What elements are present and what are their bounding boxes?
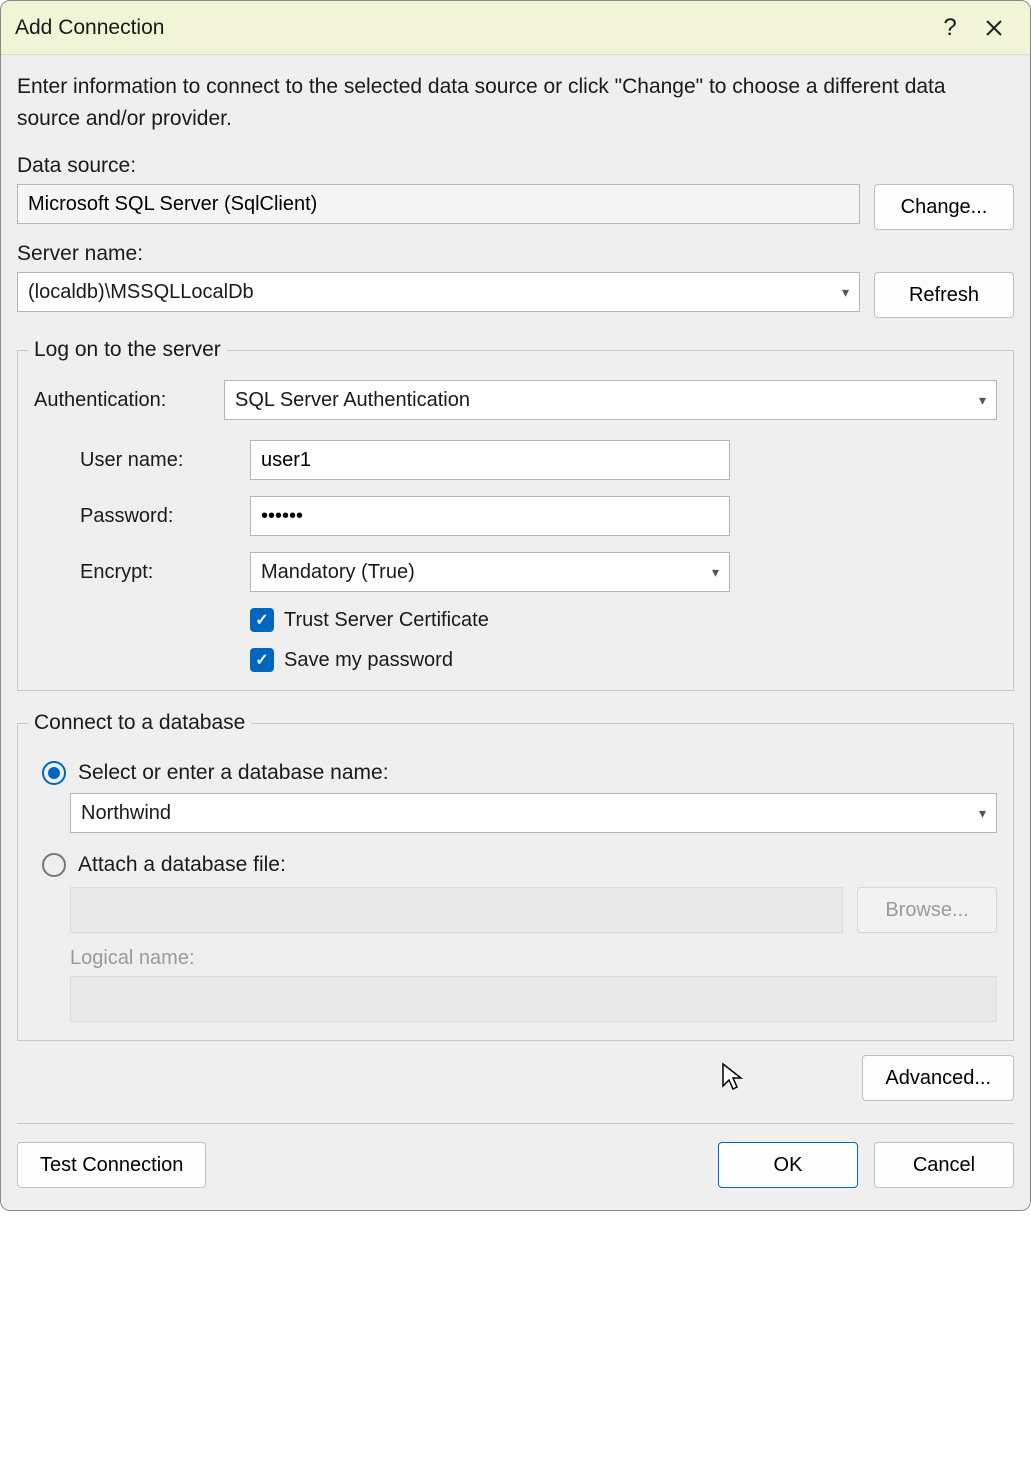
logon-group: Log on to the server Authentication: SQL… xyxy=(17,338,1014,691)
attach-file-radio[interactable] xyxy=(42,853,66,877)
dialog-footer: Test Connection OK Cancel xyxy=(1,1124,1030,1210)
authentication-value: SQL Server Authentication xyxy=(235,389,470,412)
database-legend: Connect to a database xyxy=(28,711,251,735)
close-icon xyxy=(985,19,1003,37)
check-icon: ✓ xyxy=(255,650,268,670)
cancel-button[interactable]: Cancel xyxy=(874,1142,1014,1188)
titlebar: Add Connection ? xyxy=(1,1,1030,55)
data-source-label: Data source: xyxy=(17,154,1014,178)
encrypt-label: Encrypt: xyxy=(80,561,230,584)
server-name-combo[interactable]: (localdb)\MSSQLLocalDb ▾ xyxy=(17,272,860,312)
authentication-label: Authentication: xyxy=(34,389,204,412)
check-icon: ✓ xyxy=(255,610,268,630)
save-password-label: Save my password xyxy=(284,649,453,672)
database-group: Connect to a database Select or enter a … xyxy=(17,711,1014,1041)
username-label: User name: xyxy=(80,449,230,472)
change-button[interactable]: Change... xyxy=(874,184,1014,230)
username-field[interactable] xyxy=(250,440,730,480)
select-database-radio[interactable] xyxy=(42,761,66,785)
close-button[interactable] xyxy=(972,6,1016,50)
logical-name-label: Logical name: xyxy=(70,947,997,970)
authentication-combo[interactable]: SQL Server Authentication ▾ xyxy=(224,380,997,420)
help-button[interactable]: ? xyxy=(928,6,972,50)
add-connection-dialog: Add Connection ? Enter information to co… xyxy=(0,0,1031,1211)
password-label: Password: xyxy=(80,505,230,528)
save-password-checkbox[interactable]: ✓ xyxy=(250,648,274,672)
dialog-title: Add Connection xyxy=(15,16,928,40)
encrypt-combo[interactable]: Mandatory (True) ▾ xyxy=(250,552,730,592)
browse-button: Browse... xyxy=(857,887,997,933)
separator xyxy=(17,1123,1014,1124)
dialog-content: Enter information to connect to the sele… xyxy=(1,55,1030,1124)
server-name-label: Server name: xyxy=(17,242,1014,266)
ok-button[interactable]: OK xyxy=(718,1142,858,1188)
trust-certificate-label: Trust Server Certificate xyxy=(284,609,489,632)
refresh-button[interactable]: Refresh xyxy=(874,272,1014,318)
attach-file-field xyxy=(70,887,843,933)
trust-certificate-checkbox[interactable]: ✓ xyxy=(250,608,274,632)
dialog-description: Enter information to connect to the sele… xyxy=(17,71,1014,134)
help-icon: ? xyxy=(943,14,956,42)
chevron-down-icon: ▾ xyxy=(842,284,849,301)
test-connection-button[interactable]: Test Connection xyxy=(17,1142,206,1188)
chevron-down-icon: ▾ xyxy=(979,805,986,822)
attach-file-label: Attach a database file: xyxy=(78,853,286,877)
advanced-button[interactable]: Advanced... xyxy=(862,1055,1014,1101)
data-source-field xyxy=(17,184,860,224)
chevron-down-icon: ▾ xyxy=(712,564,719,581)
chevron-down-icon: ▾ xyxy=(979,392,986,409)
encrypt-value: Mandatory (True) xyxy=(261,561,415,584)
database-name-value: Northwind xyxy=(81,802,171,825)
logical-name-field xyxy=(70,976,997,1022)
database-name-combo[interactable]: Northwind ▾ xyxy=(70,793,997,833)
select-database-label: Select or enter a database name: xyxy=(78,761,389,785)
logon-legend: Log on to the server xyxy=(28,338,227,362)
server-name-value: (localdb)\MSSQLLocalDb xyxy=(28,281,254,304)
password-field[interactable] xyxy=(250,496,730,536)
